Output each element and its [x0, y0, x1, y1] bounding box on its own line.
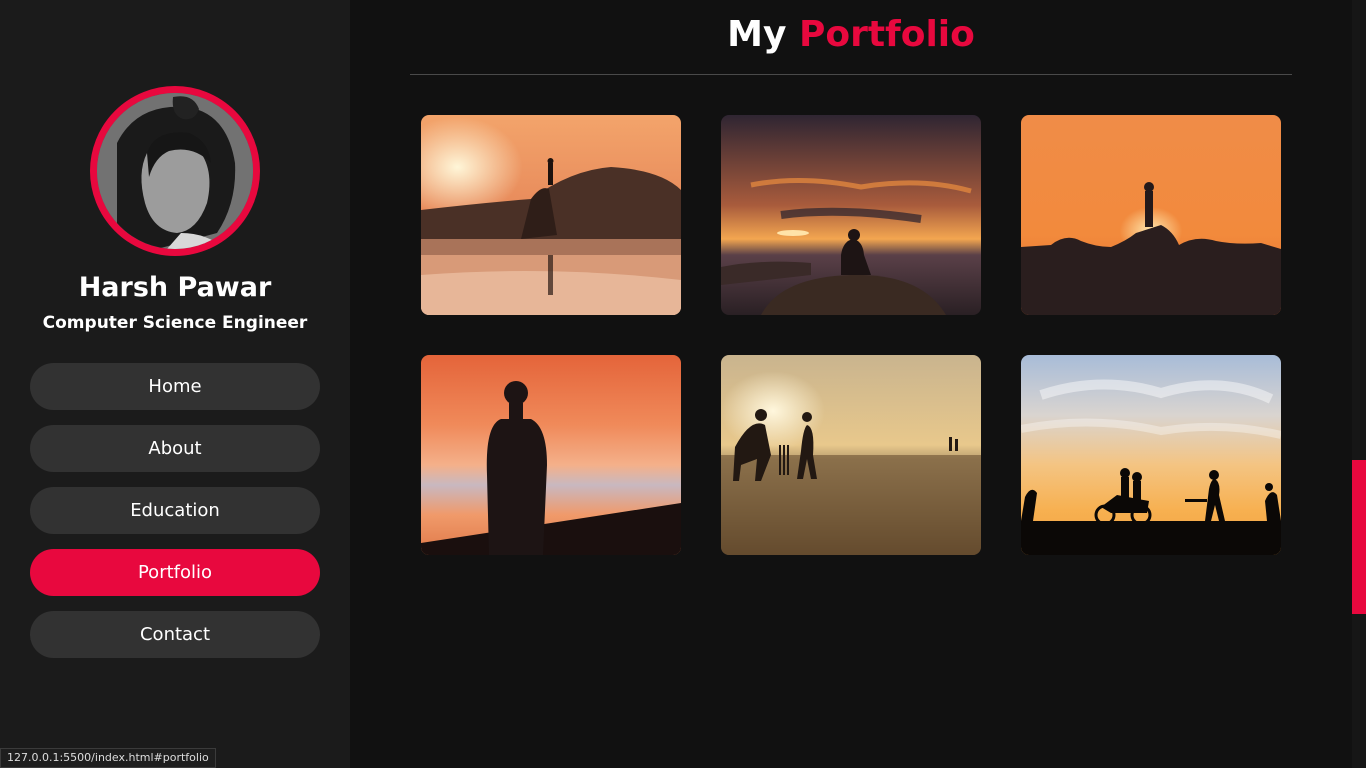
profile-title: Computer Science Engineer	[42, 313, 308, 333]
nav-about-button[interactable]: About	[30, 425, 320, 472]
nav-education-button[interactable]: Education	[30, 487, 320, 534]
profile-name: Harsh Pawar	[78, 272, 272, 303]
motorbike-cricket-sunset-image	[1021, 355, 1281, 555]
man-silhouette-orange-sky-image	[421, 355, 681, 555]
nav-home-button[interactable]: Home	[30, 363, 320, 410]
title-divider	[410, 74, 1292, 75]
cricket-sunset-image	[721, 355, 981, 555]
page-title-accent: Portfolio	[798, 14, 975, 55]
sunset-rocks-water-image	[421, 115, 681, 315]
nav-contact-button[interactable]: Contact	[30, 611, 320, 658]
scrollbar-track[interactable]	[1352, 0, 1366, 768]
page-title: My Portfolio	[410, 14, 1292, 55]
portfolio-photo-1[interactable]	[421, 115, 681, 315]
portfolio-photo-6[interactable]	[1021, 355, 1281, 555]
sunset-silhouette-rocks-image	[1021, 115, 1281, 315]
portfolio-photo-3[interactable]	[1021, 115, 1281, 315]
profile-avatar	[90, 86, 260, 256]
page-title-prefix: My	[727, 14, 787, 55]
browser-status-url: 127.0.0.1:5500/index.html#portfolio	[0, 748, 216, 768]
portfolio-photo-4[interactable]	[421, 355, 681, 555]
portfolio-photo-2[interactable]	[721, 115, 981, 315]
portfolio-photo-5[interactable]	[721, 355, 981, 555]
sidebar: Harsh Pawar Computer Science Engineer Ho…	[0, 0, 350, 768]
nav-portfolio-button[interactable]: Portfolio	[30, 549, 320, 596]
sunset-person-sitting-image	[721, 115, 981, 315]
scrollbar-thumb[interactable]	[1352, 460, 1366, 614]
profile-photo-icon	[97, 93, 253, 249]
